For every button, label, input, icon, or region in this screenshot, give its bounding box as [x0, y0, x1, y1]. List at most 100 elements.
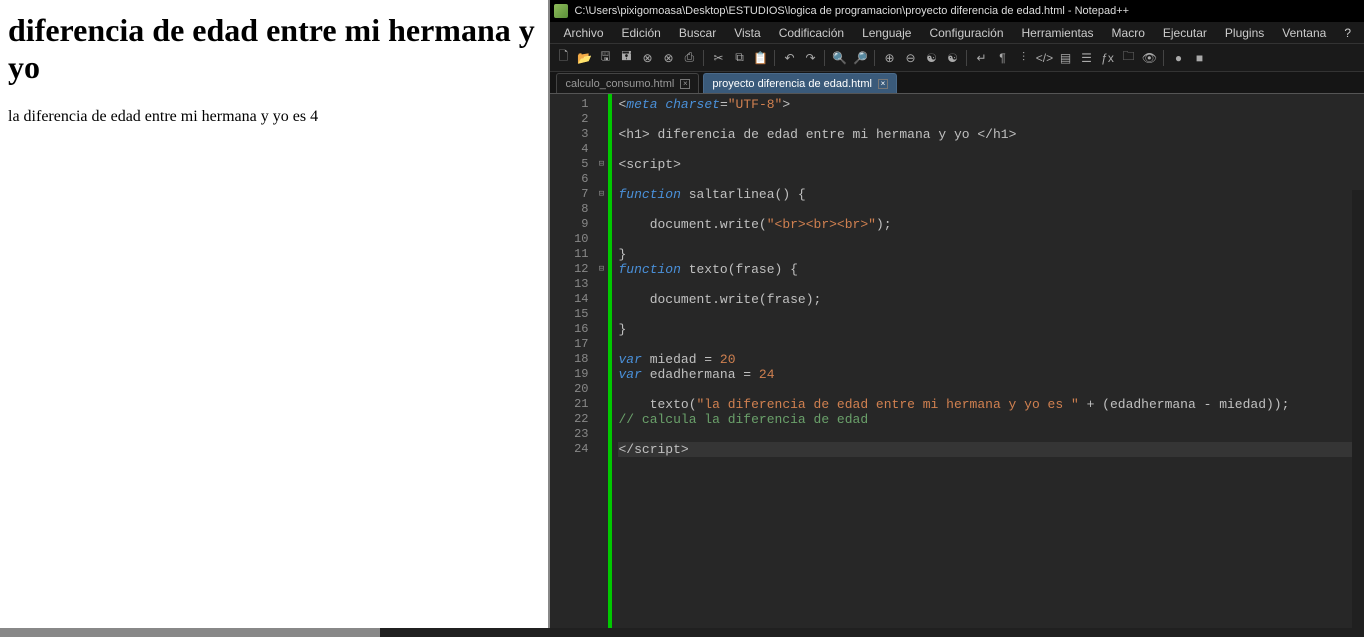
close-all-icon[interactable]: ⊗: [659, 49, 677, 67]
menu-configuración[interactable]: Configuración: [920, 24, 1012, 42]
vertical-scrollbar[interactable]: [1352, 190, 1364, 628]
lang-icon[interactable]: </>: [1035, 49, 1053, 67]
code-line[interactable]: function texto(frase) {: [618, 262, 1364, 277]
sync-h-icon[interactable]: ☯: [943, 49, 961, 67]
menu-macro[interactable]: Macro: [1103, 24, 1154, 42]
browser-horizontal-scrollbar[interactable]: [0, 628, 635, 637]
code-line[interactable]: var miedad = 20: [618, 352, 1364, 367]
fold-marker[interactable]: [594, 367, 608, 382]
code-line[interactable]: [618, 382, 1364, 397]
copy-icon[interactable]: ⧉: [730, 49, 748, 67]
code-line[interactable]: [618, 202, 1364, 217]
fold-marker[interactable]: [594, 277, 608, 292]
titlebar[interactable]: C:\Users\pixigomoasa\Desktop\ESTUDIOS\lo…: [550, 0, 1364, 22]
sync-v-icon[interactable]: ☯: [922, 49, 940, 67]
fold-marker[interactable]: [594, 397, 608, 412]
menu-plugins[interactable]: Plugins: [1216, 24, 1273, 42]
cut-icon[interactable]: ✂: [709, 49, 727, 67]
wordwrap-icon[interactable]: ↵: [972, 49, 990, 67]
menu-ventana[interactable]: Ventana: [1273, 24, 1335, 42]
fold-marker[interactable]: [594, 127, 608, 142]
paste-icon[interactable]: 📋: [751, 49, 769, 67]
code-line[interactable]: <meta charset="UTF-8">: [618, 97, 1364, 112]
close-file-icon[interactable]: ⊗: [638, 49, 656, 67]
menu-edición[interactable]: Edición: [613, 24, 670, 42]
menu-?[interactable]: ?: [1335, 24, 1360, 42]
zoom-out-icon[interactable]: ⊖: [901, 49, 919, 67]
fold-marker[interactable]: [594, 142, 608, 157]
code-line[interactable]: texto("la diferencia de edad entre mi he…: [618, 397, 1364, 412]
fold-marker[interactable]: [594, 322, 608, 337]
fold-marker[interactable]: [594, 382, 608, 397]
folder-panel-icon[interactable]: 🗀: [1119, 49, 1137, 67]
code-editor[interactable]: 123456789101112131415161718192021222324 …: [550, 94, 1364, 637]
code-line[interactable]: }: [618, 247, 1364, 262]
menu-buscar[interactable]: Buscar: [670, 24, 725, 42]
fold-column[interactable]: ⊟ ⊟ ⊟: [594, 94, 608, 637]
tab-close-icon[interactable]: ×: [680, 79, 690, 89]
tab-close-icon[interactable]: ×: [878, 79, 888, 89]
zoom-in-icon[interactable]: ⊕: [880, 49, 898, 67]
indent-guide-icon[interactable]: ⫶: [1014, 49, 1032, 67]
code-line[interactable]: [618, 112, 1364, 127]
menu-herramientas[interactable]: Herramientas: [1013, 24, 1103, 42]
code-line[interactable]: [618, 337, 1364, 352]
code-line[interactable]: [618, 277, 1364, 292]
code-line[interactable]: document.write(frase);: [618, 292, 1364, 307]
code-area[interactable]: <meta charset="UTF-8"> <h1> diferencia d…: [614, 94, 1364, 637]
open-file-icon[interactable]: 📂: [575, 49, 593, 67]
fold-marker[interactable]: [594, 292, 608, 307]
function-list-icon[interactable]: ƒx: [1098, 49, 1116, 67]
fold-marker[interactable]: [594, 97, 608, 112]
fold-marker[interactable]: [594, 337, 608, 352]
fold-marker[interactable]: [594, 427, 608, 442]
fold-marker[interactable]: [594, 352, 608, 367]
undo-icon[interactable]: ↶: [780, 49, 798, 67]
replace-icon[interactable]: 🔎: [851, 49, 869, 67]
fold-marker[interactable]: [594, 112, 608, 127]
record-macro-icon[interactable]: ●: [1169, 49, 1187, 67]
menu-lenguaje[interactable]: Lenguaje: [853, 24, 920, 42]
show-all-chars-icon[interactable]: ¶: [993, 49, 1011, 67]
save-icon[interactable]: 🖫: [596, 49, 614, 67]
fold-marker[interactable]: [594, 442, 608, 457]
redo-icon[interactable]: ↷: [801, 49, 819, 67]
doc-map-icon[interactable]: ▤: [1056, 49, 1074, 67]
find-icon[interactable]: 🔍: [830, 49, 848, 67]
fold-marker[interactable]: [594, 217, 608, 232]
code-line[interactable]: </script>: [618, 442, 1364, 457]
code-line[interactable]: [618, 307, 1364, 322]
code-line[interactable]: [618, 142, 1364, 157]
code-line[interactable]: [618, 172, 1364, 187]
fold-marker[interactable]: [594, 247, 608, 262]
fold-marker[interactable]: ⊟: [594, 187, 608, 202]
code-line[interactable]: // calcula la diferencia de edad: [618, 412, 1364, 427]
menu-archivo[interactable]: Archivo: [554, 24, 612, 42]
fold-marker[interactable]: ⊟: [594, 262, 608, 277]
save-all-icon[interactable]: 🖬: [617, 49, 635, 67]
tab-0[interactable]: calculo_consumo.html×: [556, 73, 699, 93]
monitor-icon[interactable]: 👁: [1140, 49, 1158, 67]
fold-marker[interactable]: ⊟: [594, 157, 608, 172]
code-line[interactable]: var edadhermana = 24: [618, 367, 1364, 382]
tab-1[interactable]: proyecto diferencia de edad.html×: [703, 73, 897, 93]
doc-list-icon[interactable]: ☰: [1077, 49, 1095, 67]
print-icon[interactable]: ⎙: [680, 49, 698, 67]
menu-ejecutar[interactable]: Ejecutar: [1154, 24, 1216, 42]
fold-marker[interactable]: [594, 232, 608, 247]
code-line[interactable]: document.write("<br><br><br>");: [618, 217, 1364, 232]
fold-marker[interactable]: [594, 307, 608, 322]
editor-horizontal-scrollbar[interactable]: [633, 628, 1364, 637]
code-line[interactable]: <script>: [618, 157, 1364, 172]
menu-codificación[interactable]: Codificación: [770, 24, 853, 42]
stop-macro-icon[interactable]: ■: [1190, 49, 1208, 67]
code-line[interactable]: [618, 427, 1364, 442]
code-line[interactable]: <h1> diferencia de edad entre mi hermana…: [618, 127, 1364, 142]
fold-marker[interactable]: [594, 412, 608, 427]
menu-vista[interactable]: Vista: [725, 24, 769, 42]
code-line[interactable]: function saltarlinea() {: [618, 187, 1364, 202]
fold-marker[interactable]: [594, 202, 608, 217]
code-line[interactable]: [618, 232, 1364, 247]
fold-marker[interactable]: [594, 172, 608, 187]
new-file-icon[interactable]: 🗋: [554, 49, 572, 67]
